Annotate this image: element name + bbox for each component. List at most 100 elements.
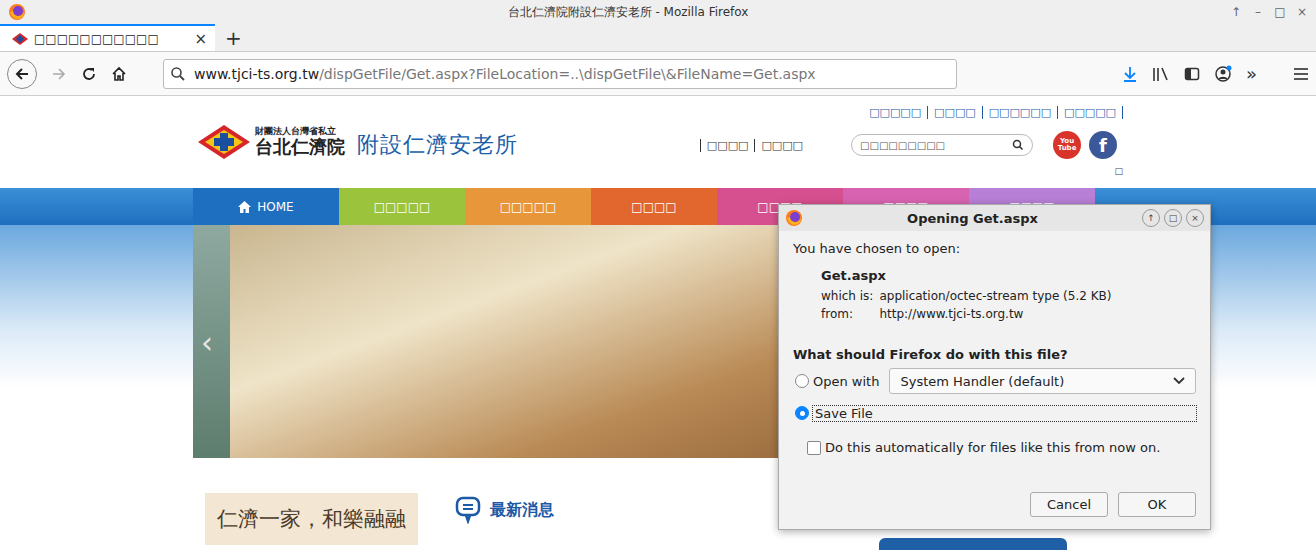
browser-tab[interactable]: □□□□□□□□□□□ ×: [0, 24, 215, 51]
window-control-button[interactable]: ↑: [1230, 5, 1242, 19]
sub-link[interactable]: □□□□: [700, 139, 755, 152]
detail-label: from:: [821, 307, 873, 321]
sub-link[interactable]: □□□□: [754, 139, 809, 152]
option-label[interactable]: Open with: [813, 374, 879, 389]
message-icon: [454, 496, 482, 524]
nav-label: HOME: [257, 200, 293, 214]
question-text: What should Firefox do with this file?: [793, 347, 1196, 362]
option-row: Save File: [793, 400, 1196, 426]
nav-item[interactable]: □□□□□: [339, 188, 465, 225]
news-heading[interactable]: 最新消息: [454, 496, 554, 524]
dialog-body: You have chosen to open: Get.aspx which is…: [779, 231, 1210, 529]
dialog-button[interactable]: Cancel: [1030, 492, 1108, 517]
browser-window: 台北仁濟院附設仁濟安老所 - Mozilla Firefox↑–□×□□□□□□…: [0, 0, 1316, 550]
window-title: 台北仁濟院附設仁濟安老所 - Mozilla Firefox: [26, 4, 1230, 21]
top-links: □□□□□□□□□□□□□□□□□□□□: [863, 106, 1123, 119]
download-dialog: Opening Get.aspx↑□×You have chosen to op…: [778, 204, 1211, 530]
sidebar-icon[interactable]: [1184, 66, 1200, 82]
search-icon[interactable]: [1012, 139, 1024, 151]
window-control-button[interactable]: □: [1274, 5, 1286, 19]
logo-name: 台北仁濟院: [255, 137, 345, 157]
dialog-title: Opening Get.aspx: [803, 211, 1142, 226]
download-icon[interactable]: [1122, 66, 1138, 82]
top-link[interactable]: □□□□□: [863, 106, 928, 119]
forward-arrow-icon[interactable]: [51, 66, 67, 82]
site-logo[interactable]: 財團法人台灣省私立台北仁濟院附設仁濟安老所: [193, 96, 518, 170]
select-value: System Handler (default): [900, 374, 1064, 389]
nav-item[interactable]: HOME: [193, 188, 339, 225]
facebook-button[interactable]: f: [1089, 131, 1117, 159]
top-link[interactable]: □□□□□□: [983, 106, 1058, 119]
firefox-icon: [8, 3, 26, 21]
back-arrow-icon: [14, 66, 30, 82]
logo-org: 財團法人台灣省私立: [255, 127, 345, 137]
window-controls: ↑–□ ×: [1230, 5, 1308, 19]
slogan-box: 仁濟一家，和樂融融: [205, 493, 418, 545]
site-search-field[interactable]: □□□□□□□□□: [851, 134, 1033, 156]
dialog-buttons: Cancel OK: [793, 492, 1196, 517]
youtube-button[interactable]: You Tube: [1053, 131, 1081, 159]
nav-item[interactable]: □□□□: [591, 188, 717, 225]
url-text: www.tjci-ts.org.tw/dispGetFile/Get.aspx?…: [194, 66, 816, 82]
overflow-button[interactable]: »: [1246, 63, 1257, 84]
address-bar[interactable]: www.tjci-ts.org.tw/dispGetFile/Get.aspx?…: [163, 59, 957, 89]
header-corner: □: [1114, 159, 1123, 171]
radio-button[interactable]: [795, 406, 809, 420]
header-tools: □□□□□□□□□□□□□□□□□□□□□□□□□□□□□□□□□□□□□You…: [700, 96, 1123, 188]
remember-label[interactable]: Do this automatically for files like thi…: [825, 440, 1160, 455]
window-control-button[interactable]: ×: [1296, 5, 1308, 19]
favicon-icon: [12, 33, 28, 45]
nav-label: □□□□: [631, 200, 676, 214]
detail-value: application/octec-stream type (5.2 KB): [879, 289, 1196, 303]
library-icon[interactable]: [1152, 66, 1170, 82]
top-link[interactable]: □□□□: [928, 106, 983, 119]
new-tab-button[interactable]: +: [215, 24, 252, 51]
news-title: 最新消息: [490, 500, 554, 521]
nav-label: □□□□□: [500, 200, 557, 214]
detail-value: http://www.tjci-ts.org.tw: [879, 307, 1196, 321]
back-button[interactable]: [7, 59, 37, 89]
tab-bar: □□□□□□□□□□□ × +: [0, 24, 1316, 52]
toolbar-icons: »: [971, 63, 1309, 84]
dialog-title-bar: Opening Get.aspx↑□×: [779, 205, 1210, 231]
search-placeholder: □□□□□□□□□: [860, 140, 945, 151]
dialog-button[interactable]: OK: [1118, 492, 1196, 517]
house-icon: [238, 201, 251, 213]
remember-row: Do this automatically for files like thi…: [793, 440, 1196, 455]
option-row: Open with System Handler (default): [793, 368, 1196, 394]
side-panel-tab: [879, 538, 1067, 550]
nav-item[interactable]: □□□□□: [465, 188, 591, 225]
tab-label: □□□□□□□□□□□: [34, 32, 188, 46]
search-icon: [170, 66, 186, 82]
header-row: □□□□□□□□□□□□□□□□□You Tubef: [700, 131, 1123, 159]
tab-close-button[interactable]: ×: [194, 30, 207, 48]
dialog-control-button[interactable]: ×: [1186, 209, 1204, 227]
dialog-control-button[interactable]: □: [1164, 209, 1182, 227]
site-header: 財團法人台灣省私立台北仁濟院附設仁濟安老所□□□□□□□□□□□□□□□□□□□…: [193, 96, 1123, 188]
firefox-icon: [785, 209, 803, 227]
home-icon[interactable]: [111, 66, 127, 82]
file-name: Get.aspx: [821, 268, 1196, 283]
intro-text: You have chosen to open:: [793, 241, 1196, 256]
window-control-button[interactable]: –: [1252, 5, 1264, 19]
chevron-down-icon: [1173, 377, 1185, 385]
handler-select[interactable]: System Handler (default): [889, 368, 1196, 394]
dialog-control-button[interactable]: ↑: [1142, 209, 1160, 227]
remember-checkbox[interactable]: [807, 441, 821, 455]
dialog-controls: ↑□×: [1142, 209, 1204, 227]
title-bar: 台北仁濟院附設仁濟安老所 - Mozilla Firefox↑–□ ×: [0, 0, 1316, 24]
reload-icon[interactable]: [81, 66, 97, 82]
account-icon[interactable]: [1214, 65, 1232, 83]
navigation-toolbar: www.tjci-ts.org.tw/dispGetFile/Get.aspx?…: [0, 52, 1316, 96]
logo-subtitle: 附設仁濟安老所: [357, 130, 518, 160]
carousel-prev-button[interactable]: ‹: [201, 325, 213, 360]
top-link[interactable]: □□□□□: [1058, 106, 1123, 119]
corner-link[interactable]: □: [1114, 166, 1123, 176]
radio-button[interactable]: [795, 374, 809, 388]
detail-label: which is:: [821, 289, 873, 303]
option-label[interactable]: Save File: [813, 406, 1196, 421]
nav-label: □□□□□: [374, 200, 431, 214]
logo-text: 財團法人台灣省私立台北仁濟院: [255, 127, 345, 157]
hamburger-menu-icon[interactable]: [1293, 67, 1309, 81]
sub-links: □□□□□□□□: [700, 139, 809, 152]
